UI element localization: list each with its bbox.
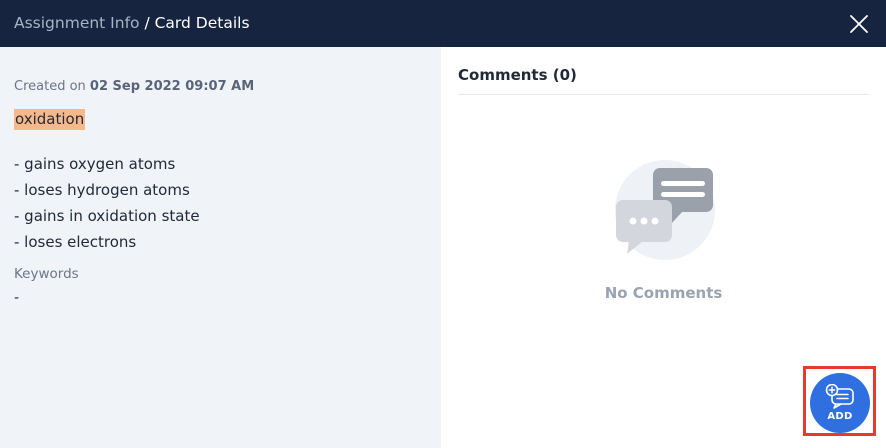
breadcrumb-card-details: Card Details [154, 13, 250, 32]
created-on-label: Created on [14, 79, 90, 94]
breadcrumb-separator: / [139, 13, 155, 32]
created-on-date: 02 Sep 2022 09:07 AM [89, 79, 255, 94]
definition-line: - gains oxygen atoms [14, 155, 176, 173]
definition-line: - gains in oxidation state [14, 207, 200, 225]
definition-line: - loses electrons [14, 233, 137, 251]
breadcrumb: Assignment Info / Card Details [14, 13, 250, 32]
card-term: oxidation [14, 109, 86, 130]
add-comment-icon [825, 384, 854, 409]
modal-header: Assignment Info / Card Details [0, 0, 886, 47]
comments-divider [458, 94, 869, 95]
no-comments-text: No Comments [604, 284, 723, 302]
card-definition: - gains oxygen atoms - loses hydrogen at… [14, 151, 200, 255]
close-icon [850, 15, 868, 33]
close-button[interactable] [846, 11, 872, 37]
breadcrumb-assignment-info[interactable]: Assignment Info [14, 14, 140, 32]
keywords-value: - [14, 290, 20, 306]
add-comment-button[interactable]: ADD [810, 373, 870, 433]
card-details-panel: Created on 02 Sep 2022 09:07 AM oxidatio… [0, 47, 441, 448]
comments-title: Comments (0) [458, 66, 577, 84]
add-button-label: ADD [827, 411, 853, 422]
chat-bubbles-icon [615, 160, 715, 260]
keywords-label: Keywords [14, 266, 79, 282]
created-on: Created on 02 Sep 2022 09:07 AM [14, 79, 254, 94]
definition-line: - loses hydrogen atoms [14, 181, 190, 199]
